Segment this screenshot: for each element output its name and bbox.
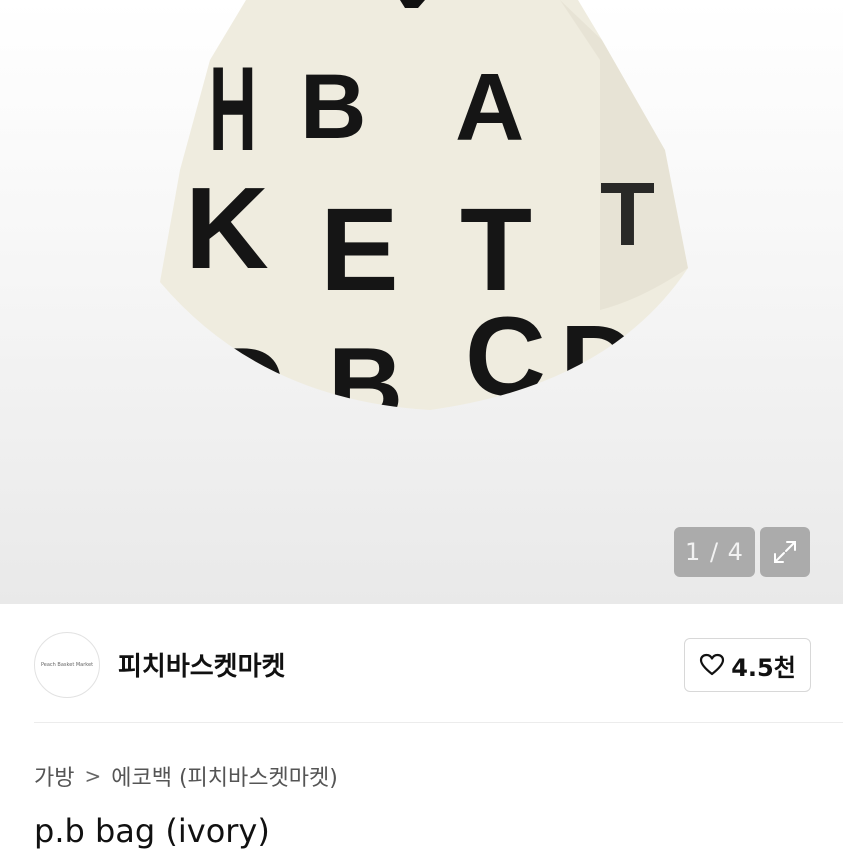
letter: B: [300, 56, 366, 158]
seller-name[interactable]: 피치바스켓마켓: [118, 646, 285, 683]
breadcrumb-separator: >: [84, 764, 102, 788]
breadcrumb-subcategory[interactable]: 에코백 (피치바스켓마켓): [111, 760, 338, 792]
letter: D: [210, 327, 285, 443]
letter: K: [185, 163, 269, 293]
breadcrumb: 가방 > 에코백 (피치바스켓마켓): [34, 760, 338, 792]
heart-icon: [700, 653, 725, 676]
avatar-logo-text: Peach Basket Market: [40, 662, 94, 668]
product-title: p.b bag (ivory): [34, 812, 270, 850]
expand-button[interactable]: [760, 527, 810, 577]
letter: D: [560, 302, 638, 423]
seller-avatar[interactable]: Peach Basket Market: [34, 632, 100, 698]
like-button[interactable]: 4.5천: [684, 638, 811, 692]
expand-icon: [774, 541, 796, 563]
letter: T: [600, 165, 655, 265]
product-image-gallery[interactable]: H B A K E T T B C D D 1 / 4: [0, 0, 843, 604]
letter: H: [209, 41, 257, 176]
divider: [34, 722, 843, 723]
like-count: 4.5천: [731, 653, 796, 682]
image-pager: 1 / 4: [674, 527, 755, 577]
breadcrumb-category[interactable]: 가방: [34, 760, 74, 792]
letter: E: [320, 184, 399, 316]
letter: C: [465, 294, 546, 419]
letter: B: [328, 327, 403, 443]
product-image: H B A K E T T B C D D: [160, 0, 688, 443]
seller-row: Peach Basket Market 피치바스켓마켓 4.5천: [0, 604, 843, 722]
letter: A: [455, 54, 524, 161]
